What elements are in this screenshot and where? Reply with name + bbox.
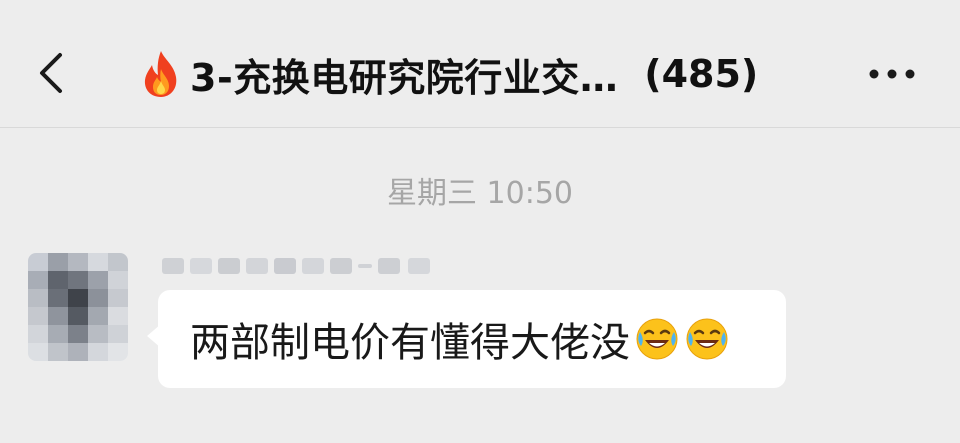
laughing-crying-emoji-icon: [686, 318, 728, 360]
more-button[interactable]: [860, 56, 924, 92]
message-timestamp: 星期三 10:50: [387, 176, 573, 211]
pixelated-avatar-image: [28, 253, 128, 361]
chat-title-text: 3-充换电研究院行业交…: [190, 55, 619, 100]
sender-name-obscured: [160, 253, 438, 279]
chat-screen: 3-充换电研究院行业交… (485) 星期三 10:50 两部制电价有懂得大佬没: [0, 0, 960, 443]
member-count: (485): [644, 52, 759, 96]
avatar[interactable]: [28, 253, 128, 361]
more-dots-icon: [869, 69, 915, 79]
laughing-crying-emoji-icon: [636, 318, 678, 360]
chat-title[interactable]: 3-充换电研究院行业交… (485): [138, 46, 758, 102]
blurred-name-placeholder: [162, 258, 430, 274]
chat-header: 3-充换电研究院行业交… (485): [0, 0, 960, 128]
message-text: 两部制电价有懂得大佬没: [190, 320, 630, 366]
back-button[interactable]: [30, 45, 80, 101]
chevron-left-icon: [40, 53, 62, 93]
message-bubble[interactable]: 两部制电价有懂得大佬没: [158, 290, 786, 388]
fire-icon: [144, 51, 177, 97]
